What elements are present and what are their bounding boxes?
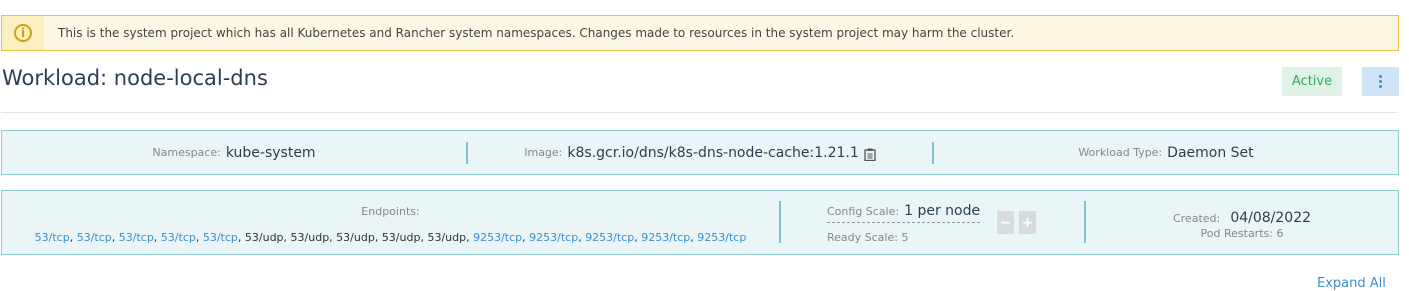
created-value: 04/08/2022 <box>1230 210 1312 226</box>
endpoint-text: 53/udp <box>290 231 330 244</box>
endpoint-separator: , <box>195 231 203 244</box>
ready-scale-value: 5 <box>901 231 909 244</box>
endpoint-link[interactable]: 9253/tcp <box>697 231 746 244</box>
endpoint-link[interactable]: 9253/tcp <box>585 231 634 244</box>
increment-scale-button[interactable]: + <box>1019 211 1036 234</box>
endpoint-link[interactable]: 9253/tcp <box>641 231 690 244</box>
endpoint-link[interactable]: 53/tcp <box>119 231 154 244</box>
image-cell: Image: k8s.gcr.io/dns/k8s-dns-node-cache… <box>468 131 932 174</box>
endpoint-separator: , <box>283 231 291 244</box>
created-label: Created: <box>1172 212 1221 225</box>
endpoint-link[interactable]: 53/tcp <box>161 231 196 244</box>
config-scale[interactable]: Config Scale: 1 per node <box>827 203 981 223</box>
image-value: k8s.gcr.io/dns/k8s-dns-node-cache:1.21.1 <box>567 144 859 161</box>
endpoint-link[interactable]: 53/tcp <box>203 231 238 244</box>
workload-info-panel: Namespace: kube-system Image: k8s.gcr.io… <box>1 130 1399 175</box>
pod-restarts: Pod Restarts: 6 <box>1086 227 1398 240</box>
endpoints-list: 53/tcp, 53/tcp, 53/tcp, 53/tcp, 53/tcp, … <box>2 231 779 244</box>
endpoint-separator: , <box>69 231 77 244</box>
system-project-banner: i This is the system project which has a… <box>1 15 1399 51</box>
banner-text: This is the system project which has all… <box>58 26 1015 40</box>
endpoint-separator: , <box>237 231 245 244</box>
endpoint-link[interactable]: 9253/tcp <box>473 231 522 244</box>
workload-type-cell: Workload Type: Daemon Set <box>934 131 1398 174</box>
clipboard-icon[interactable] <box>864 146 876 162</box>
endpoint-link[interactable]: 53/tcp <box>77 231 112 244</box>
page-title: Workload: node-local-dns <box>2 66 268 90</box>
ready-scale: Ready Scale: 5 <box>827 231 980 244</box>
workload-detail-panel: Endpoints: 53/tcp, 53/tcp, 53/tcp, 53/tc… <box>1 190 1399 255</box>
detail-separator <box>779 201 781 243</box>
namespace-cell: Namespace: kube-system <box>2 131 466 174</box>
header-divider <box>1 112 1397 113</box>
config-scale-value: 1 per node <box>904 203 981 219</box>
image-label: Image: <box>524 146 563 159</box>
info-circle-icon: i <box>14 24 32 42</box>
namespace-value: kube-system <box>225 144 316 161</box>
banner-icon-container: i <box>2 16 44 50</box>
namespace-label: Namespace: <box>152 146 221 159</box>
scale-section: Config Scale: 1 per node Ready Scale: 5 <box>827 203 981 244</box>
endpoint-text: 53/udp <box>381 231 421 244</box>
endpoint-link[interactable]: 9253/tcp <box>529 231 578 244</box>
endpoint-separator: , <box>111 231 119 244</box>
created-section: Created: 04/08/2022 Pod Restarts: 6 <box>1086 207 1398 240</box>
endpoints-label: Endpoints: <box>361 205 420 218</box>
endpoint-text: 53/udp <box>336 231 375 244</box>
endpoint-text: 53/udp <box>427 231 467 244</box>
kebab-menu-icon <box>1379 75 1382 88</box>
endpoint-separator: , <box>374 231 382 244</box>
pod-restarts-label: Pod Restarts: <box>1200 227 1273 240</box>
config-scale-label: Config Scale: <box>827 205 900 218</box>
endpoint-text: 53/udp <box>244 231 284 244</box>
actions-menu-button[interactable] <box>1362 67 1399 96</box>
endpoint-separator: , <box>153 231 161 244</box>
workload-type-label: Workload Type: <box>1078 146 1163 159</box>
pod-restarts-value: 6 <box>1276 227 1284 240</box>
decrement-scale-button[interactable]: − <box>997 211 1014 234</box>
endpoints-section: Endpoints: 53/tcp, 53/tcp, 53/tcp, 53/tc… <box>2 191 779 254</box>
status-badge: Active <box>1282 67 1342 96</box>
endpoint-link[interactable]: 53/tcp <box>35 231 70 244</box>
workload-type-value: Daemon Set <box>1167 144 1254 161</box>
ready-scale-label: Ready Scale: <box>827 231 898 244</box>
